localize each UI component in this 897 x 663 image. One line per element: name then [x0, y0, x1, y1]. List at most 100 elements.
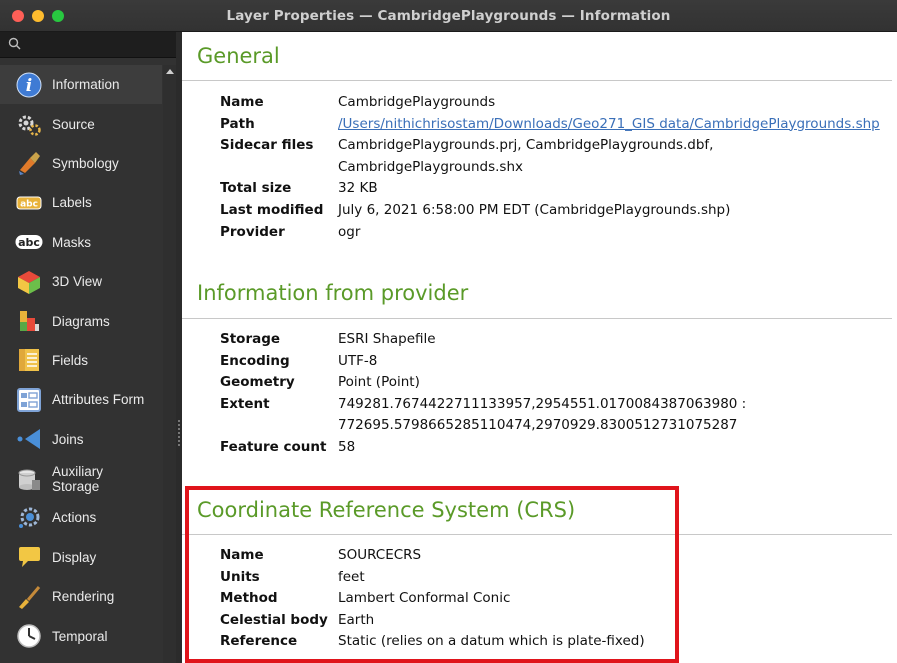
sidebar: i Information Source Symbology abc Label… — [0, 32, 176, 663]
sidebar-item-label: 3D View — [52, 274, 103, 290]
sidebar-item-label: Diagrams — [52, 313, 110, 329]
table-row: Feature count 58 — [220, 437, 746, 459]
table-row: Path/Users/nithichrisostam/Downloads/Geo… — [220, 114, 880, 136]
fields-icon — [14, 345, 44, 375]
sidebar-item-label: Labels — [52, 195, 92, 211]
sidebar-item-display[interactable]: Display — [0, 538, 162, 577]
rendering-icon — [14, 582, 44, 612]
table-row: Last modified July 6, 2021 6:58:00 PM EDT… — [220, 200, 880, 222]
sidebar-item-label: Fields — [52, 352, 89, 368]
property-key: Sidecar files — [220, 137, 314, 154]
sidebar-item-rendering[interactable]: Rendering — [0, 577, 162, 616]
auxiliary-storage-icon — [14, 464, 44, 494]
sidebar-item-masks[interactable]: abc Masks — [0, 223, 162, 262]
masks-icon-text: abc — [18, 236, 40, 249]
sidebar-item-label: Joins — [52, 431, 84, 447]
sidebar-item-fields[interactable]: Fields — [0, 341, 162, 380]
property-key: Geometry — [220, 374, 295, 391]
sidebar-search-input[interactable] — [0, 32, 176, 58]
svg-text:i: i — [26, 76, 32, 96]
sidebar-item-information[interactable]: i Information — [0, 65, 162, 105]
sidebar-item-joins[interactable]: Joins — [0, 420, 162, 459]
window-title: Layer Properties — CambridgePlaygrounds … — [226, 7, 671, 24]
masks-icon: abc — [14, 227, 44, 257]
table-row: Name CambridgePlaygrounds — [220, 92, 880, 114]
display-icon — [14, 542, 44, 572]
info-icon: i — [14, 70, 44, 100]
property-value: Point (Point) — [338, 374, 420, 391]
property-key: Extent — [220, 395, 270, 412]
joins-icon — [14, 424, 44, 454]
table-row: Extent 749281.7674422711133957,2954551.01… — [220, 394, 746, 437]
sidebar-item-label: Symbology — [52, 155, 119, 171]
sidebar-item-labels[interactable]: abc Labels — [0, 183, 162, 222]
property-value: ogr — [338, 223, 361, 240]
property-key: Storage — [220, 331, 281, 347]
sidebar-nav: i Information Source Symbology abc Label… — [0, 65, 162, 656]
actions-icon — [14, 503, 44, 533]
sidebar-item-label: Attributes Form — [52, 392, 145, 408]
close-window-button[interactable] — [12, 10, 24, 22]
crs-highlight-box — [185, 486, 679, 663]
sidebar-item-symbology[interactable]: Symbology — [0, 144, 162, 183]
table-row: Total size 32 KB — [220, 178, 880, 200]
information-panel: General Name CambridgePlaygrounds Path/Us… — [182, 32, 897, 663]
diagrams-icon — [14, 306, 44, 336]
property-key: Encoding — [220, 352, 290, 369]
source-icon — [14, 109, 44, 139]
sidebar-item-temporal[interactable]: Temporal — [0, 616, 162, 655]
table-row: Geometry Point (Point) — [220, 372, 746, 394]
divider — [182, 318, 892, 319]
section-title-general: General — [197, 44, 280, 68]
sidebar-item-label: Display — [52, 549, 97, 565]
sidebar-item-label: Actions — [52, 510, 97, 526]
property-key: Feature count — [220, 438, 327, 455]
sidebar-item-attributes-form[interactable]: Attributes Form — [0, 380, 162, 419]
sidebar-item-source[interactable]: Source — [0, 104, 162, 143]
property-key: Total size — [220, 180, 292, 197]
sidebar-item-diagrams[interactable]: Diagrams — [0, 301, 162, 340]
general-table: Name CambridgePlaygrounds Path/Users/nith… — [220, 92, 880, 243]
provider-table: Storage ESRI Shapefile Encoding UTF-8 Geom… — [220, 329, 746, 459]
property-value: CambridgePlaygrounds — [338, 94, 496, 110]
sidebar-item-label: Auxiliary Storage — [52, 463, 104, 494]
sidebar-item-label: Masks — [52, 234, 92, 250]
path-link[interactable]: /Users/nithichrisostam/Downloads/Geo271_… — [338, 116, 880, 132]
labels-icon-text: abc — [20, 199, 38, 209]
property-value: CambridgePlaygrounds.shx — [338, 158, 523, 175]
title-bar: Layer Properties — CambridgePlaygrounds … — [0, 0, 897, 32]
maximize-window-button[interactable] — [52, 10, 64, 22]
property-value: 772695.5798665285110474,2970929.83005127… — [338, 417, 738, 434]
property-value: 58 — [338, 438, 356, 455]
sidebar-item-label: Information — [52, 77, 120, 93]
temporal-icon — [14, 621, 44, 651]
property-value: UTF-8 — [338, 352, 378, 369]
sidebar-item-auxiliary-storage[interactable]: Auxiliary Storage — [0, 459, 162, 498]
sidebar-item-actions[interactable]: Actions — [0, 498, 162, 537]
property-key: Name — [220, 94, 264, 110]
attributes-form-icon — [14, 385, 44, 415]
labels-icon: abc — [14, 188, 44, 218]
property-value: 749281.7674422711133957,2954551.01700843… — [338, 395, 747, 412]
property-value: CambridgePlaygrounds.prj, CambridgePlayg… — [338, 137, 714, 154]
sidebar-item-label: Temporal — [52, 628, 108, 644]
property-key: Last modified — [220, 201, 324, 218]
sidebar-item-label: Rendering — [52, 589, 115, 605]
sidebar-scrollbar[interactable] — [163, 65, 176, 663]
sidebar-item-3d-view[interactable]: 3D View — [0, 262, 162, 301]
table-row: Provider ogr — [220, 222, 880, 244]
table-row: Storage ESRI Shapefile — [220, 329, 746, 351]
minimize-window-button[interactable] — [32, 10, 44, 22]
window-controls — [12, 10, 64, 22]
property-key: Provider — [220, 223, 285, 240]
property-key: Path — [220, 115, 255, 132]
property-value: July 6, 2021 6:58:00 PM EDT (CambridgePl… — [338, 201, 731, 218]
property-value: 32 KB — [338, 180, 378, 197]
table-row: Encoding UTF-8 — [220, 351, 746, 373]
scroll-up-arrow-icon[interactable] — [166, 69, 174, 74]
splitter-grip-icon — [178, 420, 180, 446]
divider — [182, 80, 892, 81]
3d-view-icon — [14, 267, 44, 297]
table-row: Sidecar files CambridgePlaygrounds.prj, C… — [220, 135, 880, 178]
section-title-provider: Information from provider — [197, 281, 469, 305]
